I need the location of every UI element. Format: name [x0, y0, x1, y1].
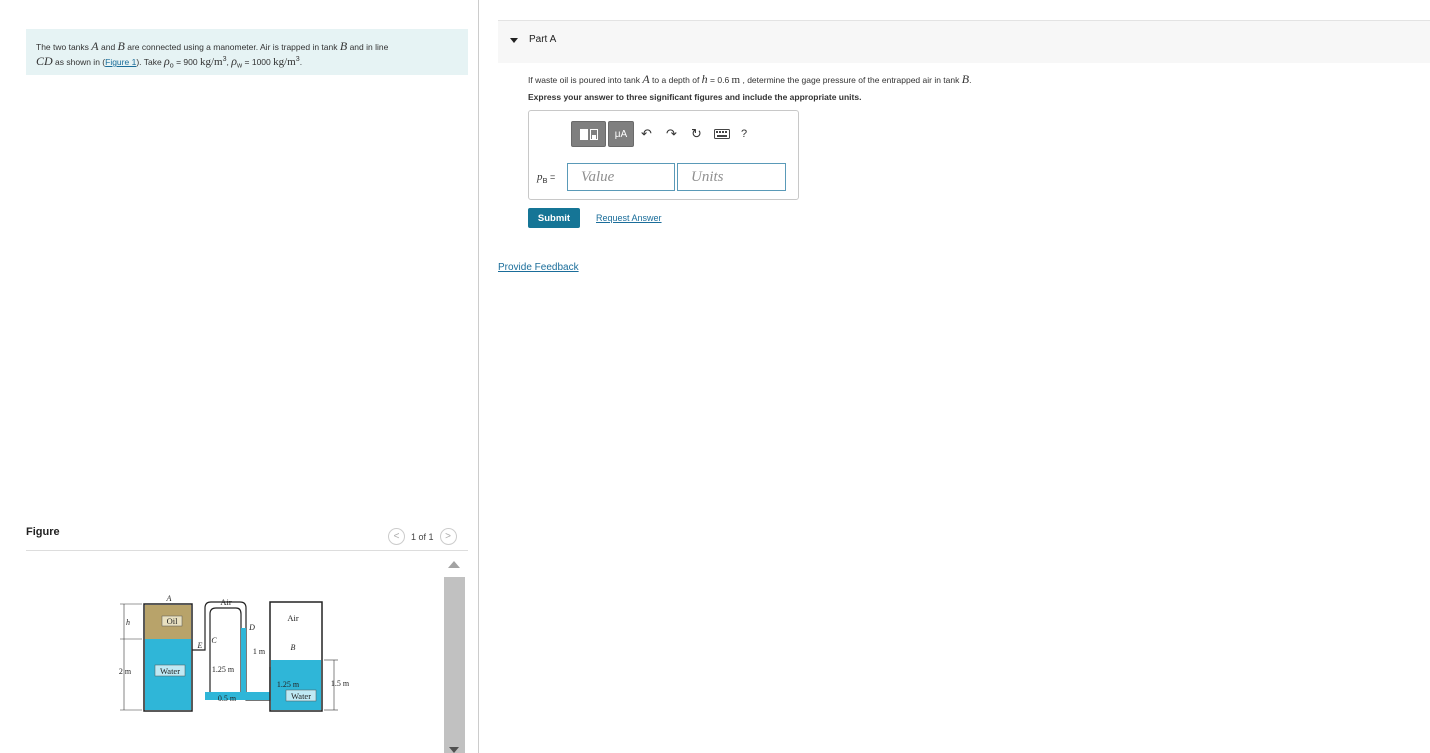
one25-left-label: 1.25 m — [212, 665, 235, 674]
tank-a-label: A — [166, 594, 172, 603]
question-text: If waste oil is poured into tank A to a … — [528, 72, 971, 87]
help-icon[interactable]: ? — [734, 121, 754, 147]
e-label: E — [197, 641, 203, 650]
redo-icon[interactable]: ↷ — [659, 121, 684, 147]
rho-value: = 1000 — [242, 56, 274, 67]
keyboard-icon[interactable] — [709, 121, 734, 147]
part-a-header[interactable]: Part A — [498, 20, 1430, 63]
one5-label: 1.5 m — [331, 679, 350, 688]
question-segment: . — [969, 75, 972, 85]
var-a: A — [642, 72, 650, 86]
answer-equals: = — [547, 172, 556, 182]
h-label: h — [126, 618, 130, 627]
problem-statement: The two tanks A and B are connected usin… — [26, 29, 468, 75]
problem-text: . — [299, 56, 303, 67]
caret-down-icon — [510, 38, 518, 43]
manometer-water-link — [246, 692, 270, 700]
water-b-label: Water — [291, 691, 311, 701]
tank-b-label: B — [291, 643, 296, 652]
figure-title: Figure — [26, 526, 60, 538]
problem-text: and in line — [347, 42, 389, 52]
unit: kg/m — [273, 55, 296, 68]
two-m-label: 2 m — [119, 667, 132, 676]
request-answer-link[interactable]: Request Answer — [596, 213, 662, 223]
manometer-figure: Oil Water A h 2 m Air D C E 1 m 1.25 m 0… — [119, 594, 350, 712]
answer-label: pB = — [537, 171, 555, 185]
prev-figure-button[interactable]: < — [388, 528, 405, 545]
unit: kg/m — [199, 55, 223, 68]
air-b-label: Air — [287, 613, 299, 623]
figure-link[interactable]: Figure 1 — [105, 57, 136, 67]
air-top-label: Air — [220, 597, 232, 607]
undo-icon[interactable]: ↶ — [634, 121, 659, 147]
var-a: A — [91, 39, 99, 53]
units-input[interactable] — [677, 163, 786, 191]
problem-text: ). Take — [136, 56, 165, 67]
question-segment: to a depth of — [649, 75, 702, 85]
c-label: C — [211, 636, 217, 645]
question-segment: = 0.6 — [707, 75, 732, 85]
units-button[interactable]: μA — [608, 121, 634, 147]
scroll-down-arrow-icon[interactable] — [449, 747, 459, 753]
reset-icon[interactable]: ↻ — [684, 121, 709, 147]
figure-pager: < 1 of 1 > — [388, 528, 457, 545]
question-segment: If waste oil is poured into tank — [528, 75, 643, 85]
unit: m — [731, 74, 741, 86]
submit-button[interactable]: Submit — [528, 208, 580, 228]
problem-text: The two tanks — [36, 42, 92, 52]
var-cd: CD — [36, 53, 53, 68]
problem-text: and — [98, 42, 118, 52]
rho-value: = 900 — [173, 56, 200, 67]
oil-label: Oil — [167, 616, 179, 626]
one-m-label: 1 m — [253, 647, 266, 656]
scroll-up-arrow-icon[interactable] — [448, 561, 460, 568]
figure-divider — [26, 550, 468, 551]
figure-scrollbar-thumb[interactable] — [444, 577, 465, 753]
problem-text: are connected using a manometer. Air is … — [124, 42, 340, 52]
var-b: B — [961, 72, 970, 86]
d-label: D — [248, 623, 255, 632]
instruction-text: Express your answer to three significant… — [528, 92, 862, 102]
template-fraction-icon — [589, 128, 598, 140]
var-b: B — [117, 39, 125, 53]
water-a-label: Water — [160, 666, 180, 676]
templates-button[interactable] — [571, 121, 606, 147]
provide-feedback-link[interactable]: Provide Feedback — [498, 262, 579, 273]
manometer-water-right — [241, 628, 246, 700]
answer-box: μA ↶ ↷ ↻ ? pB = — [528, 110, 799, 200]
figure-count: 1 of 1 — [411, 531, 434, 542]
value-input[interactable] — [567, 163, 675, 191]
part-title: Part A — [529, 34, 557, 45]
next-figure-button[interactable]: > — [439, 528, 457, 545]
manometer-tube-inner — [209, 607, 242, 694]
problem-text: as shown in ( — [52, 56, 106, 67]
keyboard-icon-svg — [713, 129, 730, 139]
template-block-icon — [579, 128, 588, 140]
question-segment: , determine the gage pressure of the ent… — [740, 75, 962, 85]
one25-right-label: 1.25 m — [277, 680, 300, 689]
column-divider[interactable] — [478, 0, 479, 753]
math-toolbar: μA ↶ ↷ ↻ ? — [571, 121, 754, 147]
half-m-label: 0.5 m — [218, 694, 237, 703]
